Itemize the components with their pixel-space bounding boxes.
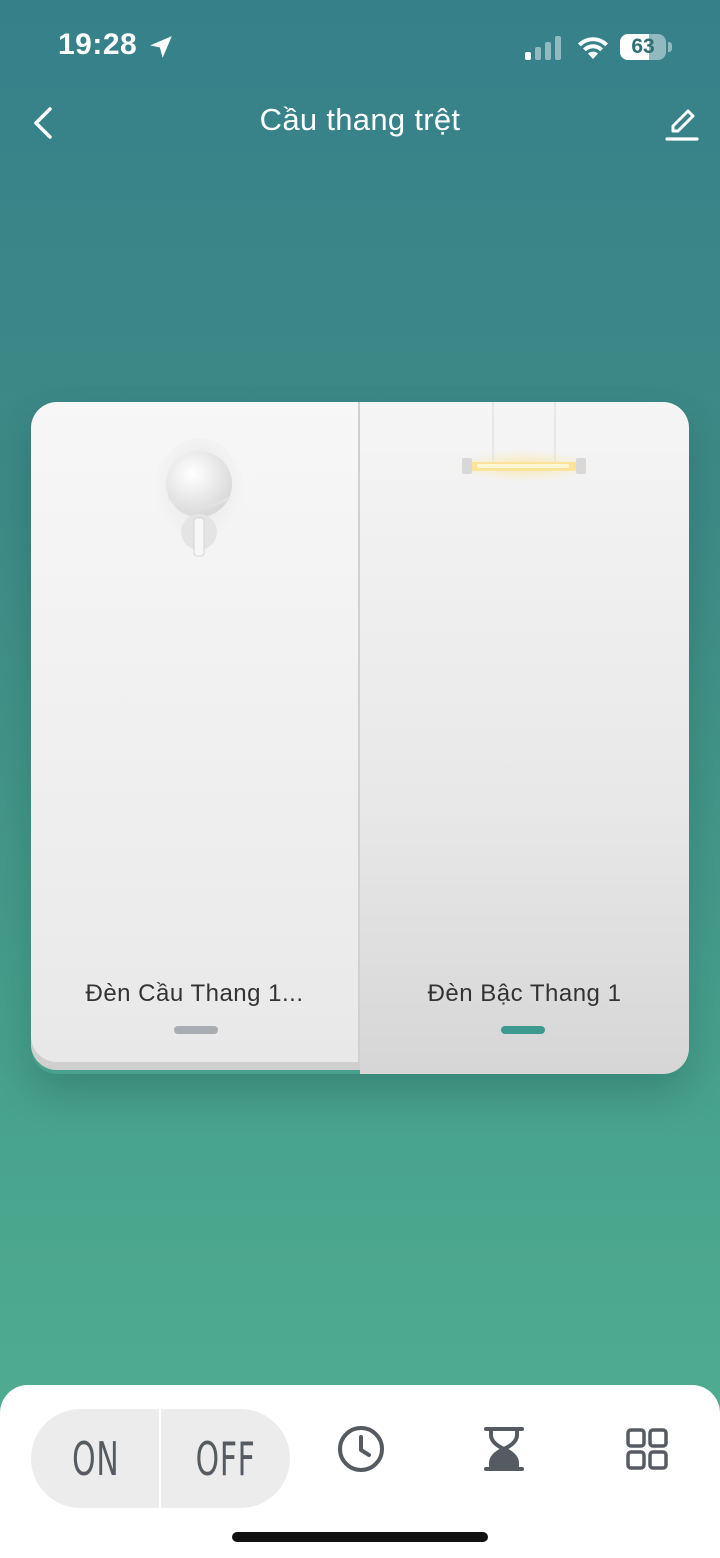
home-indicator — [232, 1532, 488, 1542]
battery-indicator: 63 — [620, 34, 672, 60]
hourglass-icon — [484, 1427, 524, 1471]
edit-button[interactable] — [656, 98, 708, 150]
status-bar: 19:28 63 — [0, 0, 720, 96]
back-button[interactable] — [18, 98, 68, 148]
schedule-button[interactable] — [331, 1419, 391, 1479]
pencil-icon — [665, 109, 699, 141]
switch-2-label: Đèn Bậc Thang 1 — [427, 980, 622, 1007]
all-on-button[interactable]: ON — [31, 1409, 160, 1508]
status-time: 19:28 — [58, 28, 138, 61]
switch-gang-2[interactable]: Đèn Bậc Thang 1 — [360, 402, 689, 1074]
switch-gang-1[interactable]: Đèn Cầu Thang 1... — [31, 402, 360, 1070]
switch-1-status-indicator — [174, 1026, 218, 1034]
switch-1-label: Đèn Cầu Thang 1... — [85, 980, 304, 1007]
countdown-timer-button[interactable] — [474, 1419, 534, 1479]
battery-level: 63 — [631, 35, 655, 58]
chevron-left-icon — [34, 107, 52, 139]
all-off-button[interactable]: OFF — [161, 1409, 290, 1508]
switch-panel: Đèn Cầu Thang 1... Đèn Bậc Thang 1 — [31, 402, 689, 1074]
location-arrow-icon — [150, 36, 172, 58]
grid-icon — [626, 1428, 668, 1470]
page-title: Cầu thang trệt — [259, 102, 461, 137]
wall-lamp-icon — [153, 438, 245, 557]
on-off-group: ON OFF — [31, 1409, 290, 1508]
tube-light-icon — [455, 402, 595, 482]
more-functions-button[interactable] — [617, 1419, 677, 1479]
switch-2-status-indicator — [501, 1026, 545, 1034]
clock-icon — [338, 1426, 384, 1472]
cellular-signal-icon — [525, 36, 561, 60]
wifi-icon — [578, 37, 608, 59]
